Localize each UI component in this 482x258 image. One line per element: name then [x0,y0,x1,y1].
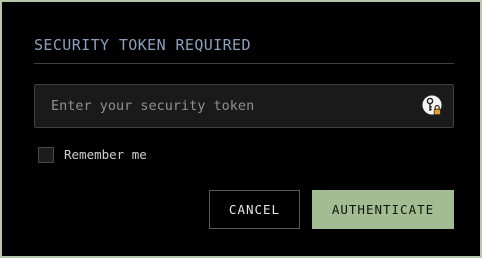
token-field [34,84,454,128]
remember-me-label[interactable]: Remember me [64,147,147,163]
dialog-title: SECURITY TOKEN REQUIRED [34,36,251,54]
key-lock-icon[interactable] [421,94,445,118]
remember-me-checkbox[interactable] [38,147,54,163]
security-token-input[interactable] [35,85,419,127]
authenticate-button[interactable]: AUTHENTICATE [312,190,454,229]
cancel-button[interactable]: CANCEL [209,190,300,229]
title-divider [34,63,454,64]
security-token-dialog: SECURITY TOKEN REQUIRED Remember me CANC… [0,0,482,258]
